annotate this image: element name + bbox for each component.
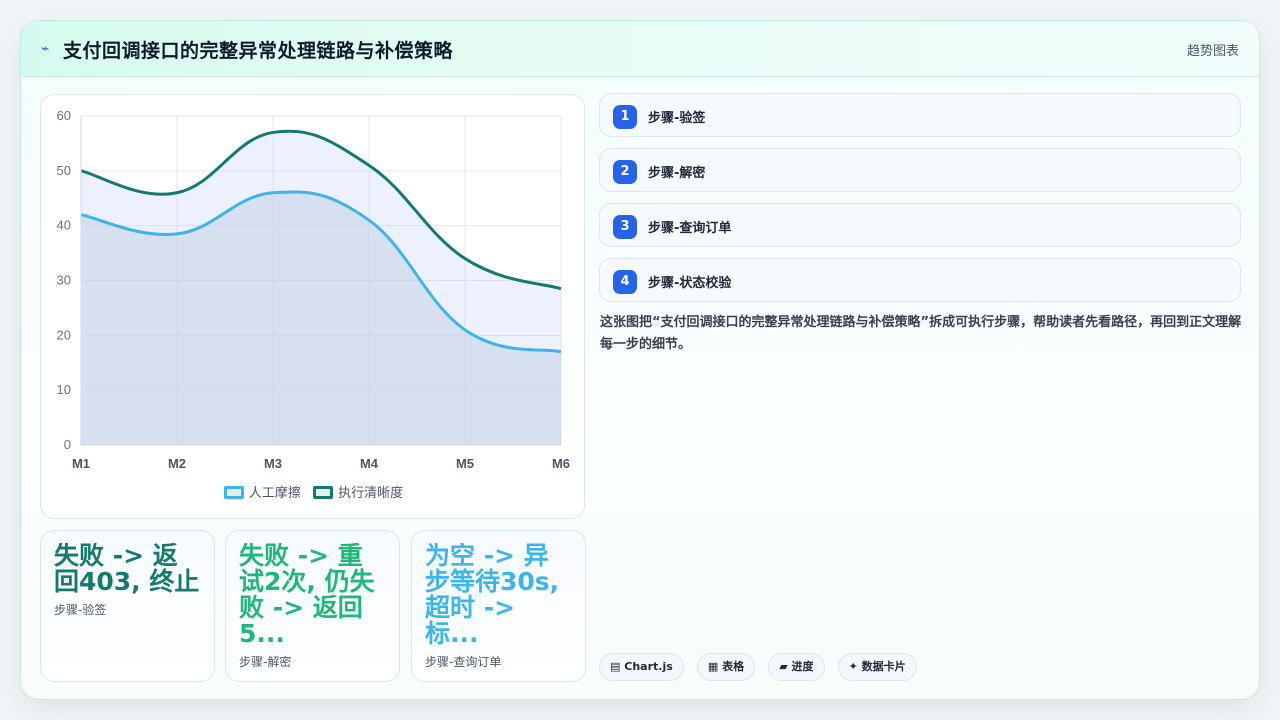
legend-label: 人工摩擦 [248, 486, 301, 501]
stat-card: 失败 -> 返回403, 终止 步骤-验签 [40, 530, 215, 682]
main-card: ⌁ 支付回调接口的完整异常处理链路与补偿策略 趋势图表 0 10 20 30 40 50 6… [20, 20, 1260, 700]
tag-label: Chart.js [624, 660, 673, 673]
step-label: 步骤-解密 [648, 166, 706, 181]
legend-swatch [313, 486, 334, 499]
progress-icon: ▰ [779, 660, 788, 673]
x-tick-label: M3 [264, 456, 282, 471]
tag-chip[interactable]: ▤ Chart.js [599, 653, 684, 681]
stat-label: 步骤-解密 [239, 655, 292, 669]
table-icon: ▦ [707, 660, 719, 673]
stat-label: 步骤-查询订单 [425, 655, 502, 669]
tag-chip[interactable]: ✦ 数据卡片 [837, 653, 917, 681]
step-number-badge: 4 [613, 270, 637, 294]
trend-chart: 0 10 20 30 40 50 60 M1 M2 M3 M4 M5 M6 人工摩擦 执行清晰度 [40, 94, 585, 519]
y-tick-label: 0 [64, 437, 71, 452]
chart-kind-label: 趋势图表 [1186, 44, 1239, 59]
description-text: 这张图把“支付回调接口的完整异常处理链路与补偿策略”拆成可执行步骤，帮助读者先看… [600, 315, 1242, 352]
step-list: 1 步骤-验签 2 步骤-解密 3 步骤-查询订单 4 步骤-状态校验 [599, 93, 1241, 313]
y-tick-label: 60 [57, 108, 71, 123]
tag-label: 表格 [722, 660, 745, 673]
y-tick-label: 30 [57, 273, 71, 288]
y-tick-label: 20 [57, 327, 71, 342]
chart-svg: 0 10 20 30 40 50 60 M1 M2 M3 M4 M5 M6 [57, 108, 571, 471]
chart-legend: 人工摩擦 执行清晰度 [41, 482, 586, 501]
lightning-icon: ⌁ [41, 41, 50, 57]
x-tick-label: M1 [72, 456, 90, 471]
step-item[interactable]: 2 步骤-解密 [599, 148, 1241, 192]
legend-swatch [223, 486, 244, 499]
x-tick-label: M4 [360, 456, 379, 471]
step-item[interactable]: 4 步骤-状态校验 [599, 258, 1241, 302]
tag-chip[interactable]: ▰ 进度 [768, 653, 825, 681]
tag-label: 进度 [791, 660, 814, 673]
step-label: 步骤-查询订单 [648, 221, 732, 236]
y-tick-label: 50 [57, 163, 71, 178]
step-number-badge: 3 [613, 215, 637, 239]
stat-value: 失败 -> 重试2次, 仍失败 -> 返回5... [239, 543, 375, 647]
step-number-badge: 1 [613, 105, 637, 129]
step-label: 步骤-状态校验 [648, 276, 732, 291]
step-number-badge: 2 [613, 160, 637, 184]
legend-item[interactable]: 人工摩擦 [223, 482, 301, 501]
sparkle-icon: ✦ [848, 660, 858, 673]
stat-label: 步骤-验签 [54, 603, 107, 617]
x-tick-label: M5 [456, 456, 474, 471]
page-title: 支付回调接口的完整异常处理链路与补偿策略 [63, 40, 454, 62]
stat-card: 失败 -> 重试2次, 仍失败 -> 返回5... 步骤-解密 [225, 530, 400, 682]
tag-label: 数据卡片 [861, 660, 906, 673]
chart-icon: ▤ [610, 660, 621, 673]
tag-chip[interactable]: ▦ 表格 [696, 653, 756, 681]
tag-row: ▤ Chart.js ▦ 表格 ▰ 进度 ✦ 数据卡片 [599, 653, 925, 681]
stat-value: 为空 -> 异步等待30s, 超时 -> 标... [425, 543, 560, 647]
step-item[interactable]: 3 步骤-查询订单 [599, 203, 1241, 247]
x-tick-label: M6 [552, 456, 570, 471]
y-tick-label: 40 [57, 218, 71, 233]
x-tick-label: M2 [168, 456, 186, 471]
legend-label: 执行清晰度 [338, 486, 404, 501]
stat-card: 为空 -> 异步等待30s, 超时 -> 标... 步骤-查询订单 [411, 530, 586, 682]
y-tick-label: 10 [57, 382, 71, 397]
step-label: 步骤-验签 [648, 111, 706, 126]
step-item[interactable]: 1 步骤-验签 [599, 93, 1241, 137]
card-header: ⌁ 支付回调接口的完整异常处理链路与补偿策略 趋势图表 [21, 21, 1259, 77]
legend-item[interactable]: 执行清晰度 [313, 482, 403, 501]
stat-value: 失败 -> 返回403, 终止 [54, 543, 200, 595]
